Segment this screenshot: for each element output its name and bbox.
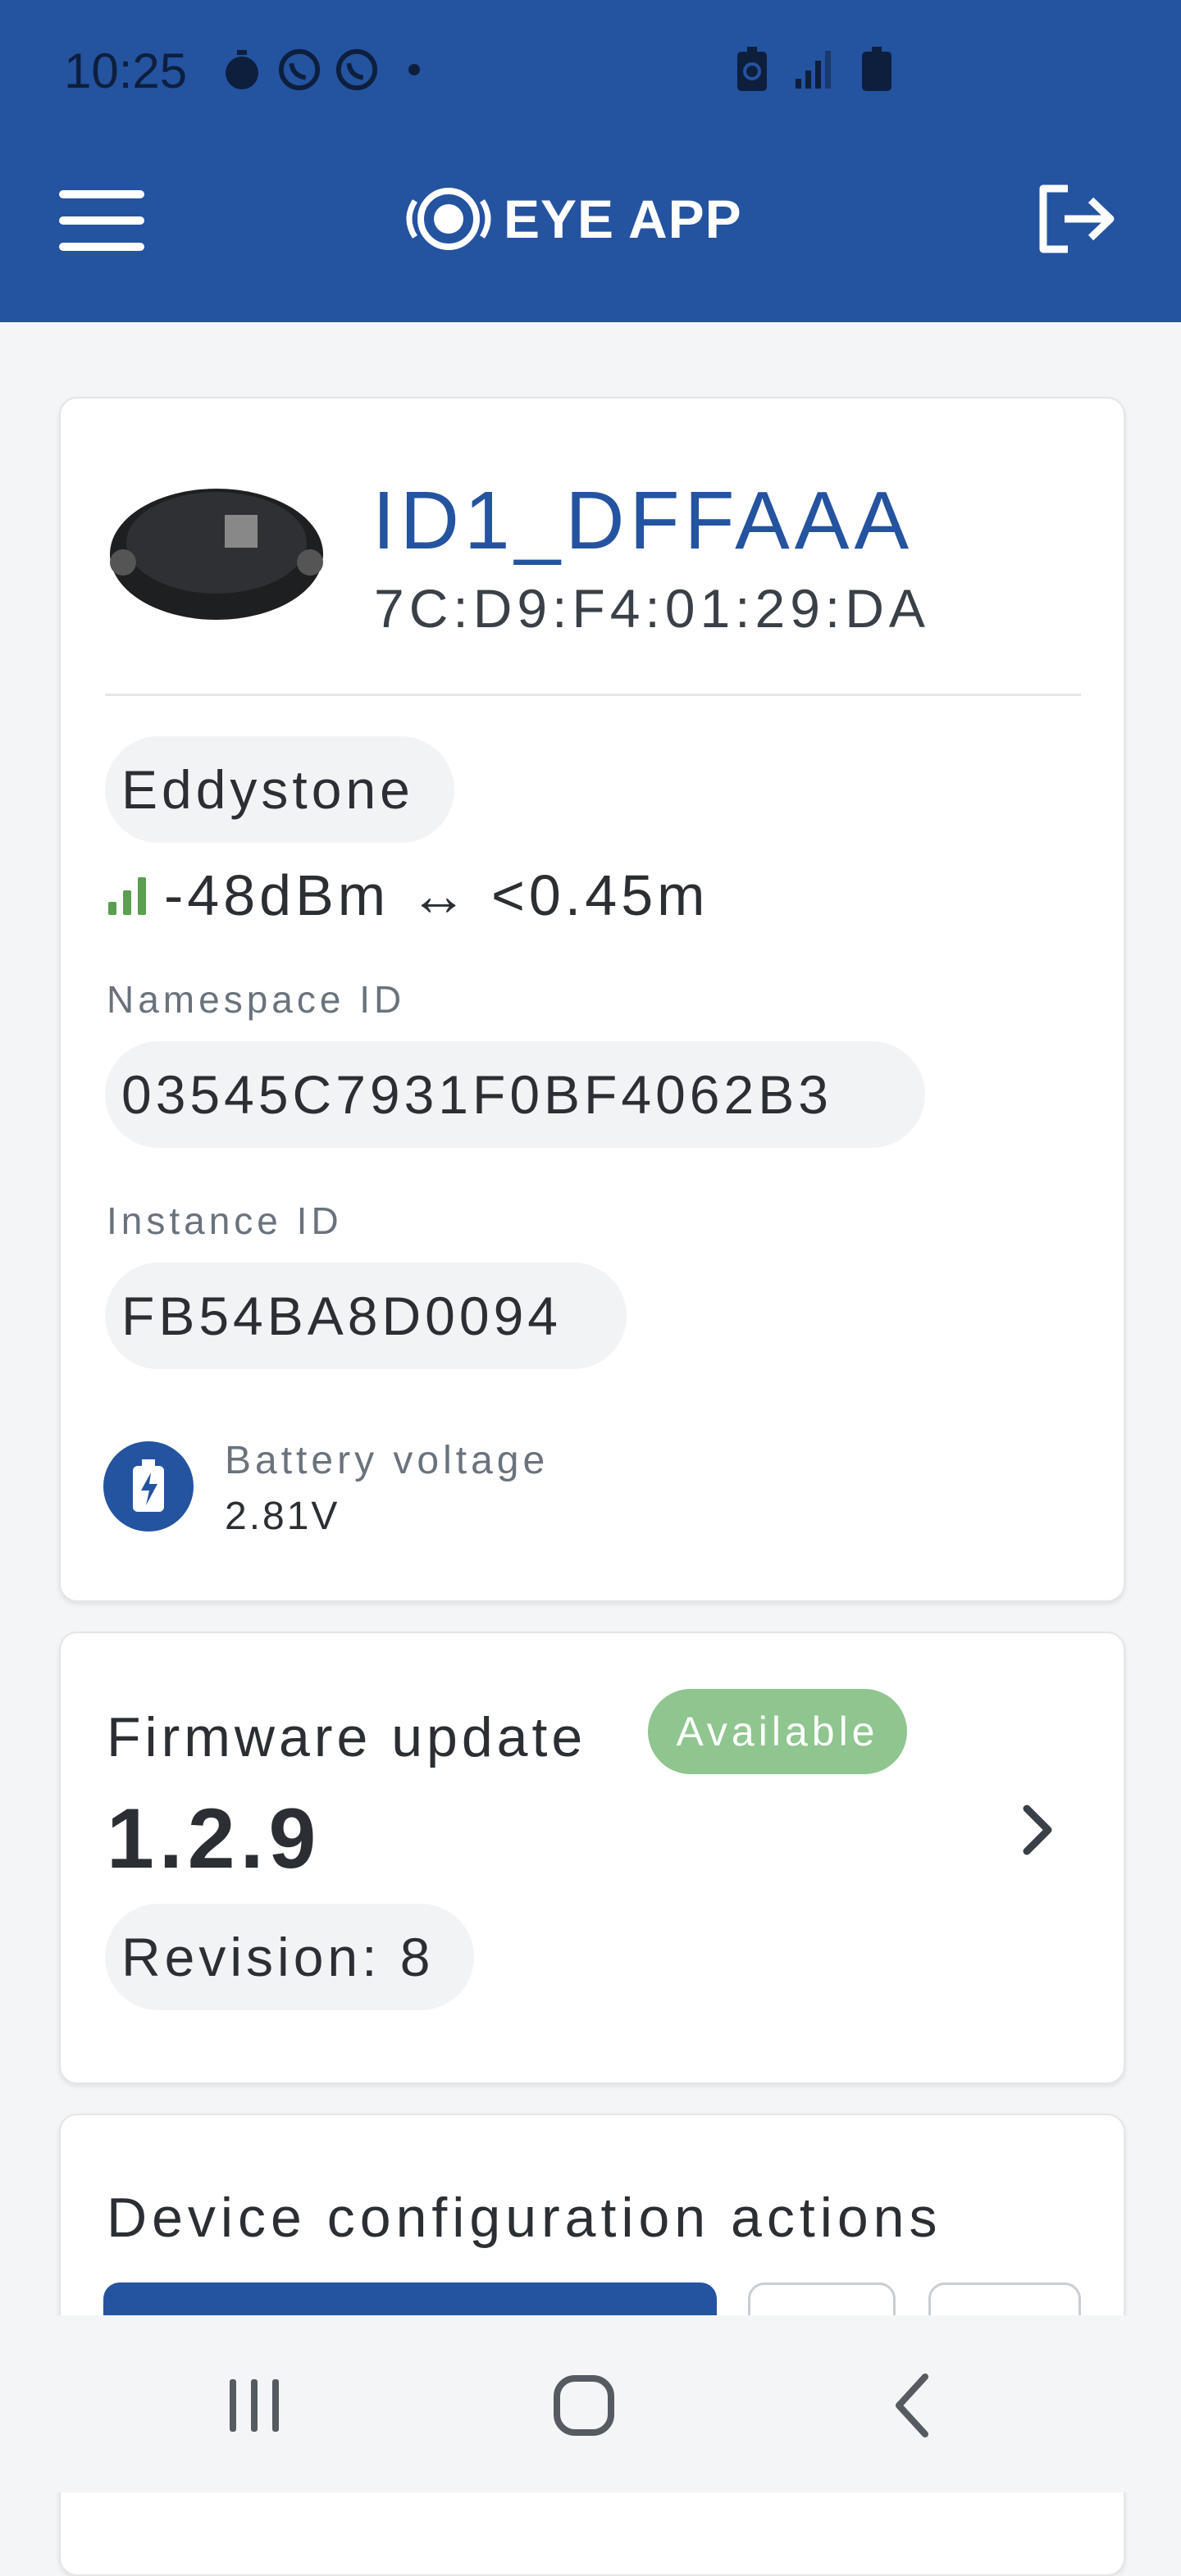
battery-saver-icon <box>730 47 774 92</box>
divider <box>105 694 1081 696</box>
app-bar: 10:25 EYE APP <box>0 0 1181 322</box>
instance-value: FB54BA8D0094 <box>105 1263 627 1369</box>
hamburger-menu-icon[interactable] <box>57 187 148 253</box>
firmware-title: Firmware update <box>107 1706 587 1768</box>
app-logo: EYE APP <box>404 185 742 253</box>
eye-logo-icon <box>406 188 491 250</box>
recent-apps-icon[interactable] <box>205 2364 303 2446</box>
instance-label: Instance ID <box>107 1199 343 1242</box>
protocol-chip: Eddystone <box>105 736 454 843</box>
battery-icon <box>855 47 899 92</box>
signal-text: -48dBm ↔ <0.45m <box>164 863 709 927</box>
whatsapp-icon <box>335 48 379 92</box>
signal-icon <box>792 48 837 92</box>
battery-voltage-label: Battery voltage <box>225 1439 549 1482</box>
firmware-version: 1.2.9 <box>107 1791 321 1886</box>
namespace-label: Namespace ID <box>107 978 406 1021</box>
stopwatch-icon <box>220 48 264 92</box>
namespace-value: 03545C7931F0BF4062B3 <box>105 1041 925 1148</box>
home-icon[interactable] <box>535 2364 633 2446</box>
status-icons-right <box>730 47 899 92</box>
device-config-title: Device configuration actions <box>107 2187 942 2249</box>
device-name: ID1_DFFAAA <box>372 475 914 567</box>
logout-icon[interactable] <box>1035 182 1117 256</box>
firmware-revision-chip: Revision: 8 <box>105 1904 474 2010</box>
whatsapp-icon <box>277 48 321 92</box>
signal-strength-icon <box>108 877 146 915</box>
back-icon[interactable] <box>864 2364 963 2446</box>
device-mac-address: 7C:D9:F4:01:29:DA <box>374 578 930 639</box>
system-nav-bar <box>0 2315 1181 2492</box>
beacon-device-image <box>102 464 331 628</box>
dot-icon <box>392 48 436 92</box>
status-time: 10:25 <box>64 43 188 98</box>
status-icons-left <box>220 48 436 92</box>
battery-voltage-value: 2.81V <box>225 1495 340 1538</box>
firmware-status-badge: Available <box>648 1689 907 1774</box>
device-card: ID1_DFFAAA 7C:D9:F4:01:29:DA Eddystone -… <box>59 397 1125 1602</box>
signal-row: -48dBm ↔ <0.45m <box>107 862 709 928</box>
battery-voltage-icon <box>103 1441 194 1531</box>
app-title: EYE APP <box>504 189 742 249</box>
chevron-right-icon[interactable] <box>1004 1797 1069 1863</box>
firmware-card[interactable]: Firmware update Available 1.2.9 Revision… <box>59 1632 1125 2084</box>
